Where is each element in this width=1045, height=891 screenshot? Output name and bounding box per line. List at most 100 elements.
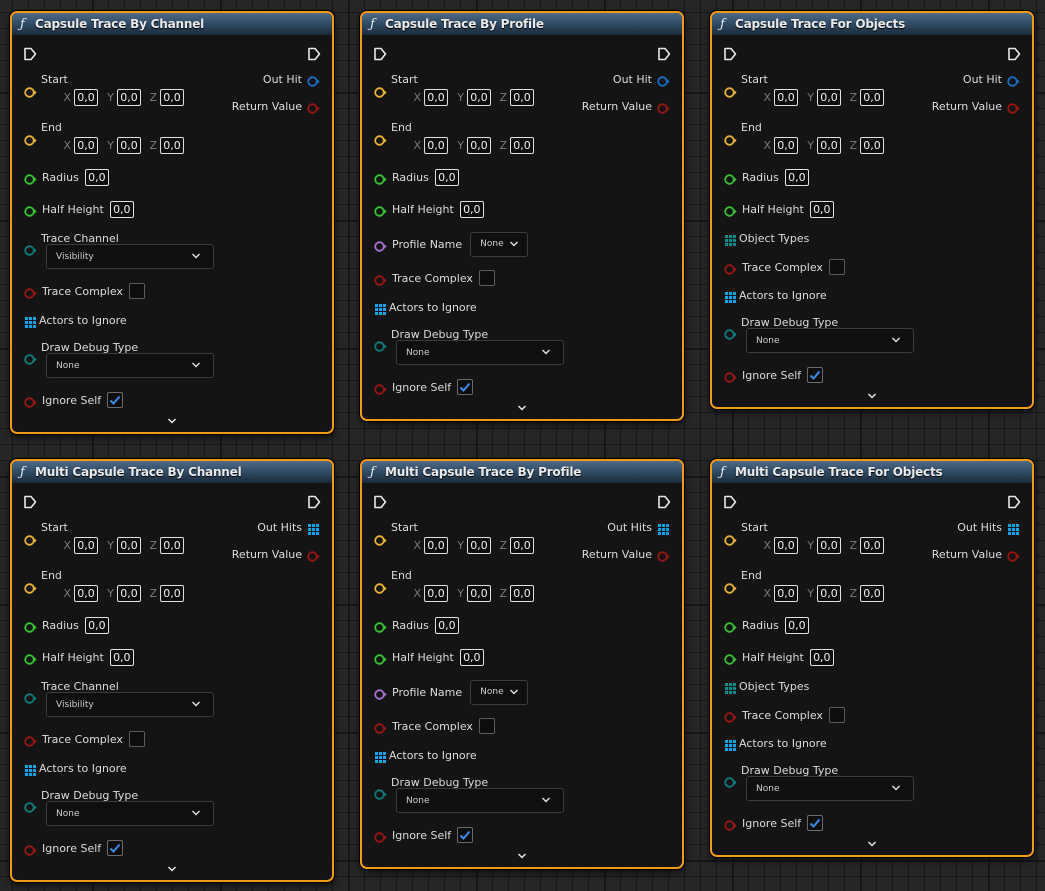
object-types-pin[interactable]: Object Types (724, 677, 809, 695)
trace-complex-checkbox[interactable] (478, 718, 495, 734)
end-y-field[interactable]: 0,0 (817, 584, 841, 602)
vector-pin-icon[interactable] (374, 132, 387, 146)
node-header[interactable]: ƒ Capsule Trace By Channel (12, 13, 332, 35)
exec-out-pin-icon[interactable] (307, 46, 321, 65)
end-z-field[interactable]: 0,0 (860, 584, 884, 602)
end-z-field[interactable]: 0,0 (510, 136, 534, 154)
draw-debug-type-dropdown[interactable]: None (746, 328, 914, 353)
struct-pin-icon[interactable] (374, 786, 387, 800)
object-types-array-icon[interactable] (724, 232, 737, 246)
vector-pin-icon[interactable] (24, 532, 37, 546)
end-x-field[interactable]: 0,0 (424, 136, 448, 154)
object-types-array-icon[interactable] (724, 680, 737, 694)
float-pin-icon[interactable] (724, 203, 737, 217)
exec-in-pin-icon[interactable] (373, 494, 387, 513)
collapse-toggle[interactable] (712, 834, 1032, 853)
trace-channel-dropdown[interactable]: Visibility (46, 692, 214, 717)
chevron-down-icon[interactable] (867, 386, 877, 405)
bool-pin-icon[interactable] (374, 829, 387, 843)
bool-pin-icon[interactable] (24, 842, 37, 856)
half-height-field[interactable]: 0,0 (459, 200, 484, 218)
collapse-toggle[interactable] (12, 859, 332, 878)
radius-pin[interactable]: Radius 0,0 (24, 168, 114, 186)
radius-field[interactable]: 0,0 (784, 616, 809, 634)
half-height-field[interactable]: 0,0 (109, 648, 134, 666)
float-pin-icon[interactable] (724, 619, 737, 633)
node-header[interactable]: ƒ Capsule Trace For Objects (712, 13, 1032, 35)
out-hit-pin[interactable]: Out Hit (963, 70, 1020, 88)
struct-pin-icon[interactable] (24, 690, 37, 704)
vector-pin-icon[interactable] (24, 580, 37, 594)
half-height-field[interactable]: 0,0 (809, 200, 834, 218)
actors-to-ignore-pin[interactable]: Actors to Ignore (374, 746, 477, 764)
float-pin-icon[interactable] (24, 203, 37, 217)
actors-to-ignore-array-icon[interactable] (24, 314, 37, 328)
trace-complex-pin[interactable]: Trace Complex (374, 269, 495, 287)
ignore-self-checkbox[interactable] (807, 815, 824, 831)
ignore-self-checkbox[interactable] (457, 827, 474, 843)
out-hit-pin-icon[interactable] (307, 73, 320, 87)
node-0[interactable]: ƒ Capsule Trace By Channel Out Hit Return V… (10, 11, 334, 434)
float-pin-icon[interactable] (24, 619, 37, 633)
bool-pin-icon[interactable] (374, 720, 387, 734)
actors-to-ignore-pin[interactable]: Actors to Ignore (24, 759, 127, 777)
start-x-field[interactable]: 0,0 (74, 536, 98, 554)
ignore-self-checkbox[interactable] (457, 379, 474, 395)
bool-pin-icon[interactable] (724, 709, 737, 723)
end-x-field[interactable]: 0,0 (424, 584, 448, 602)
start-y-field[interactable]: 0,0 (117, 536, 141, 554)
actors-to-ignore-array-icon[interactable] (374, 301, 387, 315)
half-height-pin[interactable]: Half Height 0,0 (724, 200, 839, 218)
name-pin-icon[interactable] (374, 238, 387, 252)
collapse-toggle[interactable] (12, 411, 332, 430)
exec-in-pin-icon[interactable] (23, 46, 37, 65)
vector-pin-icon[interactable] (724, 532, 737, 546)
radius-pin[interactable]: Radius 0,0 (724, 168, 814, 186)
vector-pin-icon[interactable] (374, 580, 387, 594)
struct-pin-icon[interactable] (724, 326, 737, 340)
bool-pin-icon[interactable] (1007, 100, 1020, 114)
half-height-field[interactable]: 0,0 (109, 200, 134, 218)
out-hits-array-icon[interactable] (307, 521, 320, 535)
exec-out-pin-icon[interactable] (1007, 46, 1021, 65)
vector-pin-icon[interactable] (724, 132, 737, 146)
draw-debug-type-dropdown[interactable]: None (396, 788, 564, 813)
float-pin-icon[interactable] (374, 619, 387, 633)
out-hits-array-icon[interactable] (1007, 521, 1020, 535)
radius-pin[interactable]: Radius 0,0 (24, 616, 114, 634)
node-header[interactable]: ƒ Multi Capsule Trace By Profile (362, 461, 682, 483)
end-z-field[interactable]: 0,0 (160, 584, 184, 602)
float-pin-icon[interactable] (374, 203, 387, 217)
trace-complex-pin[interactable]: Trace Complex (374, 717, 495, 735)
actors-to-ignore-pin[interactable]: Actors to Ignore (24, 311, 127, 329)
node-5[interactable]: ƒ Multi Capsule Trace For Objects Out Hits… (710, 459, 1034, 857)
start-x-field[interactable]: 0,0 (424, 536, 448, 554)
name-pin-icon[interactable] (374, 686, 387, 700)
trace-channel-dropdown[interactable]: Visibility (46, 244, 214, 269)
collapse-toggle[interactable] (712, 386, 1032, 405)
float-pin-icon[interactable] (724, 651, 737, 665)
node-4[interactable]: ƒ Multi Capsule Trace By Profile Out Hits R… (360, 459, 684, 869)
end-z-field[interactable]: 0,0 (160, 136, 184, 154)
float-pin-icon[interactable] (724, 171, 737, 185)
half-height-pin[interactable]: Half Height 0,0 (24, 200, 139, 218)
vector-pin-icon[interactable] (724, 84, 737, 98)
chevron-down-icon[interactable] (167, 411, 177, 430)
out-hit-pin[interactable]: Out Hits (957, 518, 1020, 536)
return-value-pin[interactable]: Return Value (932, 545, 1020, 563)
actors-to-ignore-array-icon[interactable] (24, 762, 37, 776)
exec-out-pin-icon[interactable] (657, 46, 671, 65)
actors-to-ignore-array-icon[interactable] (724, 289, 737, 303)
return-value-pin[interactable]: Return Value (932, 97, 1020, 115)
ignore-self-pin[interactable]: Ignore Self (724, 366, 824, 384)
radius-pin[interactable]: Radius 0,0 (724, 616, 814, 634)
ignore-self-pin[interactable]: Ignore Self (374, 826, 474, 844)
bool-pin-icon[interactable] (24, 394, 37, 408)
out-hit-pin[interactable]: Out Hits (607, 518, 670, 536)
trace-complex-checkbox[interactable] (478, 270, 495, 286)
exec-in-pin-icon[interactable] (723, 494, 737, 513)
out-hit-pin-icon[interactable] (657, 73, 670, 87)
trace-complex-pin[interactable]: Trace Complex (724, 258, 845, 276)
out-hit-pin-icon[interactable] (1007, 73, 1020, 87)
return-value-pin[interactable]: Return Value (232, 545, 320, 563)
